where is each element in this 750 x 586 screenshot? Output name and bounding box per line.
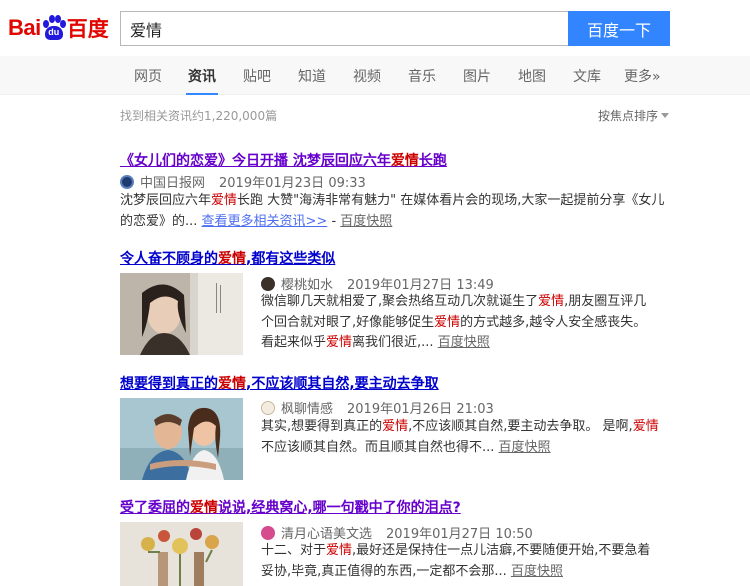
result-source: 中国日报网 2019年01月23日 09:33 [120,172,366,191]
title-text: ,不应该顺其自然,要主动去争取 [246,376,439,392]
logo-latin-text: Bai [8,15,41,40]
source-name: 枫聊情感 [281,402,334,417]
result-title[interactable]: 《女儿们的恋爱》今日开播 沈梦辰回应六年爱情长跑 [120,150,447,170]
result-snippet: 十二、对于爱情,最好还是保持住一点儿洁癖,不要随便开始,不要急着 妥协,毕竟,真… [261,543,651,579]
tab-zhidao[interactable]: 知道 [298,66,326,86]
more-news-link[interactable]: 查看更多相关资讯>> [202,214,328,229]
result-source: 樱桃如水 2019年01月27日 13:49 [261,274,494,293]
logo-paw-text: du [48,27,60,37]
result-thumbnail[interactable] [120,522,243,586]
tab-map[interactable]: 地图 [518,66,546,86]
baidu-logo[interactable]: Bai du 百度 [8,13,116,43]
tab-music[interactable]: 音乐 [408,66,436,86]
tab-video[interactable]: 视频 [353,66,381,86]
result-thumbnail[interactable] [120,273,243,355]
sort-label: 按焦点排序 [598,109,659,123]
result-source: 清月心语美文选 2019年01月27日 10:50 [261,523,533,542]
title-text: 受了委屈的 [120,500,190,516]
flower-icon [261,525,275,540]
logo-chinese-text: 百度 [66,17,109,41]
caret-down-icon [661,113,670,118]
title-highlight: 爱情 [190,500,218,516]
snapshot-link[interactable]: 百度快照 [438,335,490,350]
title-text: 长跑 [418,153,447,169]
tab-bar: 网页 资讯 贴吧 知道 视频 音乐 图片 地图 文库 更多» [0,56,750,95]
result-thumbnail[interactable] [120,398,243,480]
title-text: 想要得到真正的 [120,376,218,392]
source-name: 清月心语美文选 [281,527,373,542]
title-highlight: 爱情 [218,251,246,267]
news-source-icon [120,174,134,189]
result-snippet: 其实,想要得到真正的爱情,不应该顺其自然,要主动去争取。 是啊,爱情 不应该顺其… [261,419,659,455]
source-name: 樱桃如水 [281,278,334,293]
title-text: 《女儿们的恋爱》今日开播 沈梦辰回应六年 [120,153,391,169]
snapshot-link[interactable]: 百度快照 [499,440,551,455]
title-text: ,都有这些类似 [246,251,336,267]
tab-web[interactable]: 网页 [134,66,162,86]
title-text: 令人奋不顾身的 [120,251,218,267]
title-highlight: 爱情 [218,376,246,392]
result-snippet: 微信聊几天就相爱了,聚会热络互动几次就诞生了爱情,朋友圈互评几 个回合就对眼了,… [261,294,647,350]
tab-news[interactable]: 资讯 [186,66,218,95]
result-title[interactable]: 令人奋不顾身的爱情,都有这些类似 [120,248,335,268]
sort-dropdown[interactable]: 按焦点排序 [598,107,670,124]
tab-images[interactable]: 图片 [463,66,491,86]
result-snippet: 沈梦辰回应六年爱情长跑 大赞"海涛非常有魅力" 在媒体看片会的现场,大家一起提前… [120,193,665,229]
result-source: 枫聊情感 2019年01月26日 21:03 [261,398,494,417]
baidu-news-search-page: Bai du 百度 百度一下 网页 资讯 贴吧 知道 视频 音乐 图片 地图 文… [0,0,750,586]
paw-icon: du [42,15,66,41]
result-title[interactable]: 受了委屈的爱情说说,经典窝心,哪一句戳中了你的泪点? [120,497,461,517]
result-count: 找到相关资讯约1,220,000篇 [120,109,278,123]
tab-wenku[interactable]: 文库 [573,66,601,86]
snapshot-link[interactable]: 百度快照 [511,564,563,579]
search-box [120,11,569,46]
title-highlight: 爱情 [390,153,419,169]
avatar-icon [261,400,275,415]
header: Bai du 百度 百度一下 [0,0,750,56]
snapshot-link[interactable]: 百度快照 [340,214,392,229]
tab-more[interactable]: 更多» [624,66,661,86]
search-button[interactable]: 百度一下 [568,11,670,46]
source-name: 中国日报网 [140,176,206,191]
publish-time: 2019年01月23日 09:33 [219,176,366,191]
search-input[interactable] [121,12,569,45]
publish-time: 2019年01月27日 13:49 [347,278,494,293]
publish-time: 2019年01月26日 21:03 [347,402,494,417]
publish-time: 2019年01月27日 10:50 [386,527,533,542]
title-text: 说说,经典窝心,哪一句戳中了你的泪点? [218,500,461,516]
result-title[interactable]: 想要得到真正的爱情,不应该顺其自然,要主动去争取 [120,373,439,393]
avatar-icon [261,276,275,291]
tab-tieba[interactable]: 贴吧 [243,66,271,86]
